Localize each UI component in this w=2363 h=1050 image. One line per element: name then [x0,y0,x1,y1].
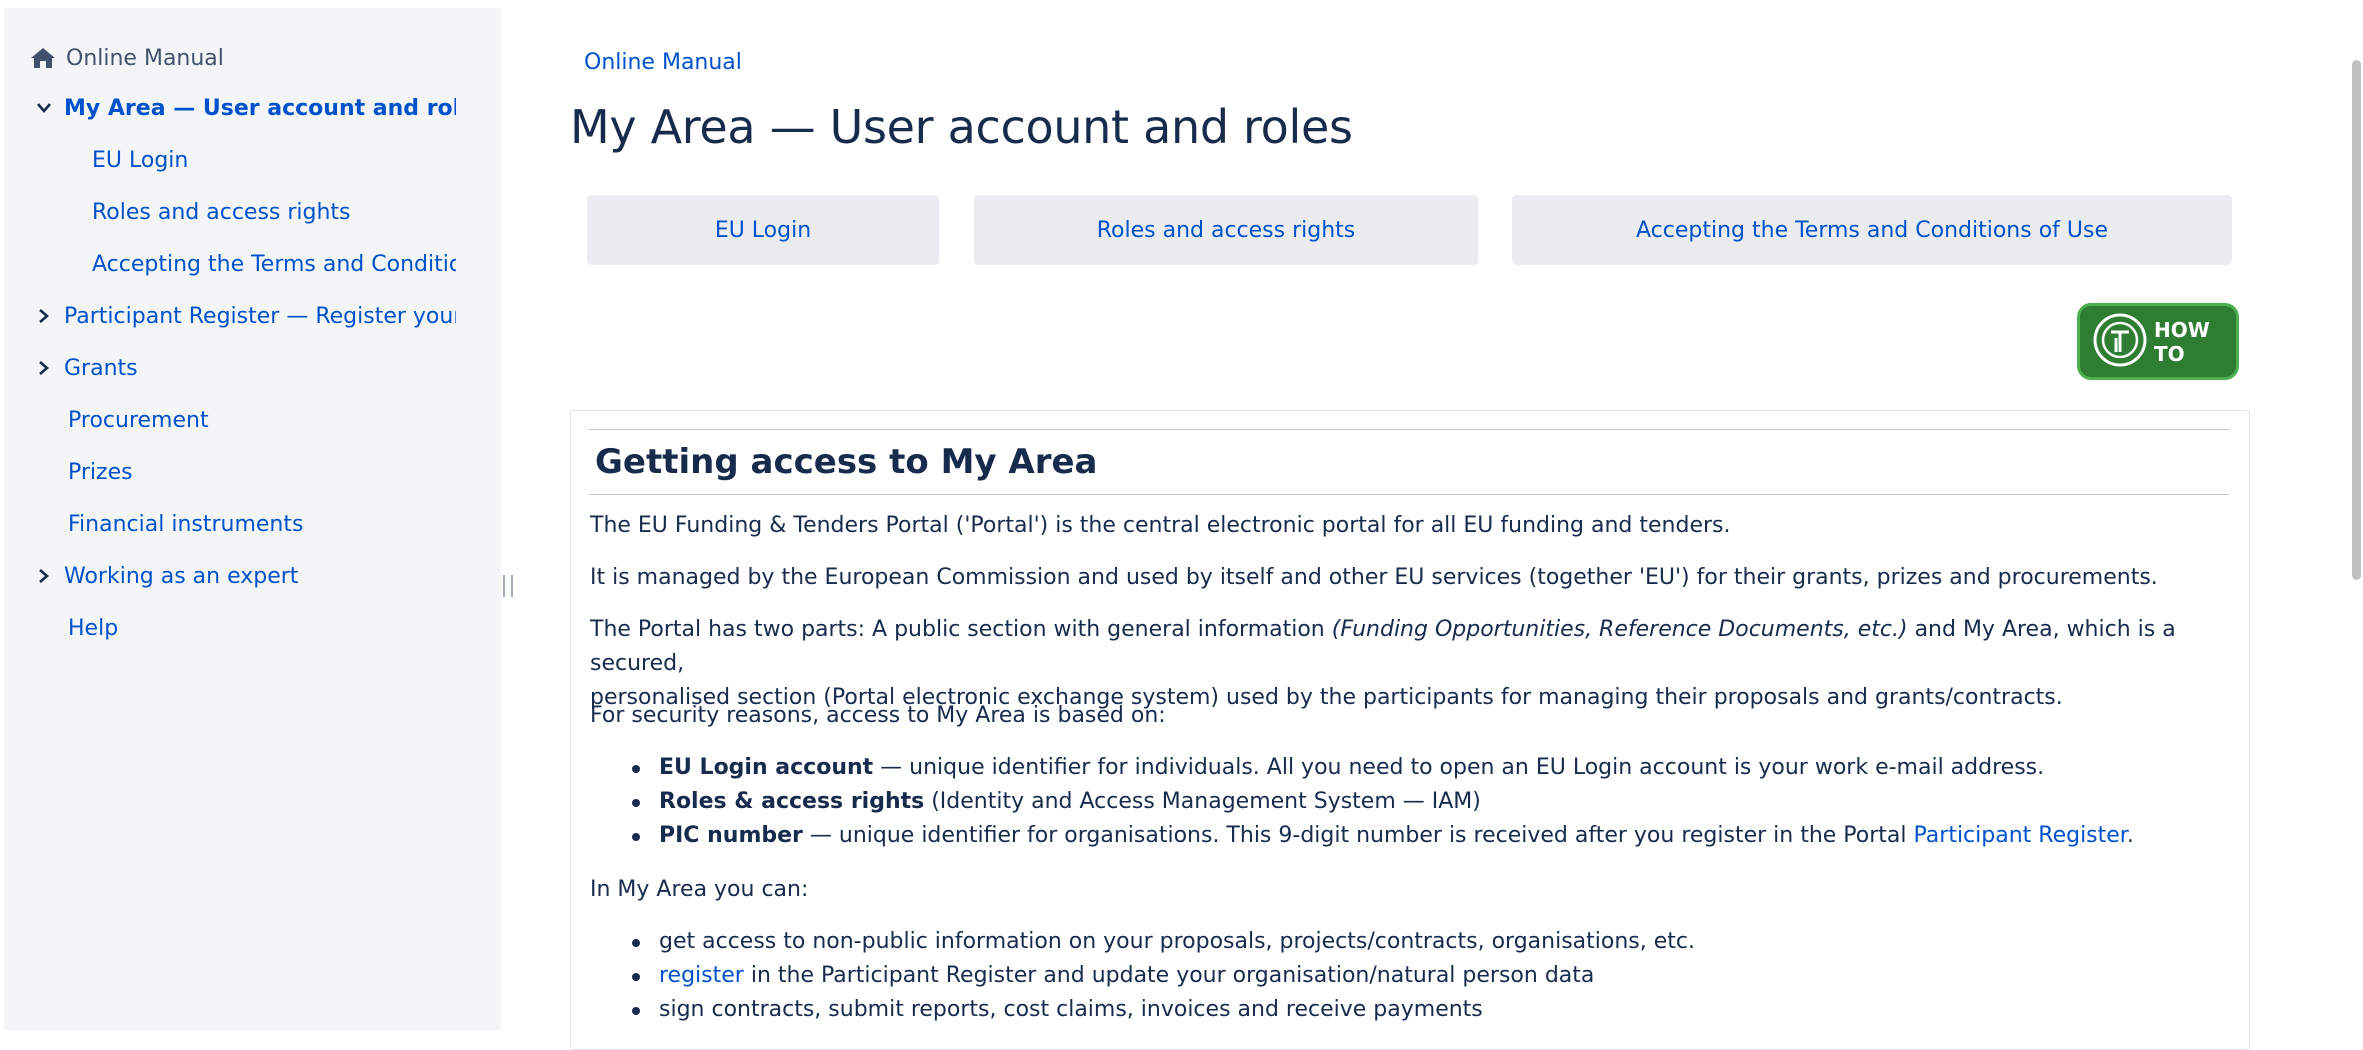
scrollbar-thumb[interactable] [2352,60,2361,580]
sidebar-resize-handle[interactable] [503,575,513,597]
sidebar-item-label: Financial instruments [68,511,304,537]
home-icon [30,46,58,70]
list-item: PIC number — unique identifier for organ… [590,819,2240,853]
paragraph: In My Area you can: [590,877,809,902]
howto-label: HOW TO [2154,317,2210,366]
list-item: register in the Participant Register and… [590,959,2240,993]
sidebar-item-label: EU Login [92,147,189,173]
sidebar-item-prizes[interactable]: Prizes [4,450,456,494]
sidebar-item-label: Grants [64,355,138,381]
chevron-right-icon[interactable] [32,564,56,588]
page-title: My Area — User account and roles [570,100,1353,154]
sidebar-item-label: Procurement [68,407,209,433]
howto-button[interactable]: HOW TO [2077,303,2239,380]
sidebar-item-label: Prizes [68,459,133,485]
paragraph: For security reasons, access to My Area … [590,703,1166,728]
content-panel: Getting access to My Area The EU Funding… [570,410,2250,1050]
sidebar-item-financial-instruments[interactable]: Financial instruments [4,502,456,546]
sidebar-item-working-as-expert[interactable]: Working as an expert [4,554,456,598]
paragraph: The EU Funding & Tenders Portal ('Portal… [590,513,1731,538]
list-item: Roles & access rights (Identity and Acce… [590,785,2240,819]
capabilities-list: get access to non-public information on … [590,925,2240,1027]
chevron-right-icon[interactable] [32,304,56,328]
sidebar-item-label: Accepting the Terms and Conditions of Us… [92,251,456,277]
breadcrumb[interactable]: Online Manual [584,50,742,75]
howto-logo-icon [2092,312,2148,372]
sidebar-item-label: Working as an expert [64,563,299,589]
paragraph: It is managed by the European Commission… [590,565,2158,590]
sidebar-item-label: Help [68,615,119,641]
register-link[interactable]: register [659,963,744,988]
sidebar-item-label: Participant Register — Register your org… [64,303,456,329]
sidebar-item-label: My Area — User account and roles [64,95,456,121]
participant-register-link[interactable]: Participant Register [1914,823,2127,848]
sidebar-item-my-area[interactable]: My Area — User account and roles [4,86,456,130]
main-content: Online Manual My Area — User account and… [570,0,2250,1050]
section-heading: Getting access to My Area [589,429,2229,495]
list-item: EU Login account — unique identifier for… [590,751,2240,785]
access-list: EU Login account — unique identifier for… [590,751,2240,853]
sidebar-item-roles-access-rights[interactable]: Roles and access rights [4,190,456,234]
list-item: get access to non-public information on … [590,925,2240,959]
sidebar-item-procurement[interactable]: Procurement [4,398,456,442]
sidebar-item-label: Roles and access rights [92,199,351,225]
tab-roles-access-rights[interactable]: Roles and access rights [974,195,1478,265]
tab-eu-login[interactable]: EU Login [587,195,939,265]
sidebar-item-participant-register[interactable]: Participant Register — Register your org… [4,294,456,338]
sidebar: Online Manual My Area — User account and… [4,8,501,1030]
sidebar-item-grants[interactable]: Grants [4,346,456,390]
sidebar-item-label: Online Manual [66,45,224,71]
chevron-down-icon[interactable] [32,96,56,120]
sidebar-item-online-manual[interactable]: Online Manual [4,36,456,80]
list-item: sign contracts, submit reports, cost cla… [590,993,2240,1027]
sidebar-item-eu-login[interactable]: EU Login [4,138,456,182]
tab-terms-conditions[interactable]: Accepting the Terms and Conditions of Us… [1512,195,2232,265]
sidebar-item-help[interactable]: Help [4,606,456,650]
sidebar-item-terms-conditions[interactable]: Accepting the Terms and Conditions of Us… [4,242,456,286]
chevron-right-icon[interactable] [32,356,56,380]
